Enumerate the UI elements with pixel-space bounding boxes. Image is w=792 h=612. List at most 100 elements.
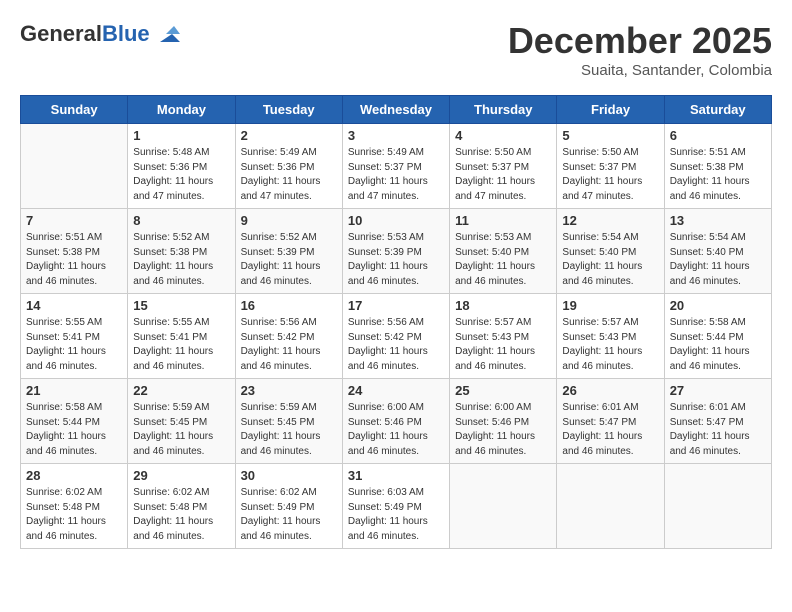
day-detail: Sunrise: 5:57 AM Sunset: 5:43 PM Dayligh… xyxy=(562,316,658,374)
calendar-week-row: 28 Sunrise: 6:02 AM Sunset: 5:48 PM Dayli… xyxy=(21,464,772,549)
page-header: GeneralBlue December 2025 Suaita, Santan… xyxy=(20,20,772,79)
calendar-cell: 10 Sunrise: 5:53 AM Sunset: 5:39 PM Dayli… xyxy=(342,209,449,294)
day-detail: Sunrise: 5:50 AM Sunset: 5:37 PM Dayligh… xyxy=(455,146,551,204)
calendar-cell: 15 Sunrise: 5:55 AM Sunset: 5:41 PM Dayli… xyxy=(128,294,235,379)
day-number: 22 xyxy=(133,383,229,398)
day-number: 20 xyxy=(670,298,766,313)
day-number: 5 xyxy=(562,128,658,143)
calendar-cell: 11 Sunrise: 5:53 AM Sunset: 5:40 PM Dayli… xyxy=(450,209,557,294)
day-detail: Sunrise: 5:53 AM Sunset: 5:40 PM Dayligh… xyxy=(455,231,551,289)
day-number: 14 xyxy=(26,298,122,313)
calendar-cell: 21 Sunrise: 5:58 AM Sunset: 5:44 PM Dayli… xyxy=(21,379,128,464)
day-number: 8 xyxy=(133,213,229,228)
day-number: 11 xyxy=(455,213,551,228)
month-title: December 2025 xyxy=(508,20,772,62)
calendar-cell xyxy=(664,464,771,549)
day-number: 10 xyxy=(348,213,444,228)
logo-icon xyxy=(152,20,180,48)
day-number: 30 xyxy=(241,468,337,483)
day-detail: Sunrise: 6:02 AM Sunset: 5:48 PM Dayligh… xyxy=(133,486,229,544)
day-detail: Sunrise: 5:52 AM Sunset: 5:38 PM Dayligh… xyxy=(133,231,229,289)
calendar-cell: 8 Sunrise: 5:52 AM Sunset: 5:38 PM Daylig… xyxy=(128,209,235,294)
weekday-header: Tuesday xyxy=(235,96,342,124)
day-number: 28 xyxy=(26,468,122,483)
calendar-cell: 1Sunrise: 5:48 AM Sunset: 5:36 PM Daylig… xyxy=(128,124,235,209)
logo-general: General xyxy=(20,21,102,46)
calendar-cell: 25 Sunrise: 6:00 AM Sunset: 5:46 PM Dayli… xyxy=(450,379,557,464)
logo: GeneralBlue xyxy=(20,20,180,48)
calendar-cell: 30 Sunrise: 6:02 AM Sunset: 5:49 PM Dayli… xyxy=(235,464,342,549)
logo-blue: Blue xyxy=(102,21,150,46)
calendar-cell: 20 Sunrise: 5:58 AM Sunset: 5:44 PM Dayli… xyxy=(664,294,771,379)
day-number: 25 xyxy=(455,383,551,398)
day-detail: Sunrise: 6:02 AM Sunset: 5:49 PM Dayligh… xyxy=(241,486,337,544)
calendar-cell: 23Sunrise: 5:59 AM Sunset: 5:45 PM Dayli… xyxy=(235,379,342,464)
day-detail: Sunrise: 5:54 AM Sunset: 5:40 PM Dayligh… xyxy=(670,231,766,289)
day-detail: Sunrise: 6:01 AM Sunset: 5:47 PM Dayligh… xyxy=(562,401,658,459)
calendar-cell: 27 Sunrise: 6:01 AM Sunset: 5:47 PM Dayli… xyxy=(664,379,771,464)
calendar-header-row: SundayMondayTuesdayWednesdayThursdayFrid… xyxy=(21,96,772,124)
day-detail: Sunrise: 5:54 AM Sunset: 5:40 PM Dayligh… xyxy=(562,231,658,289)
calendar-cell: 9 Sunrise: 5:52 AM Sunset: 5:39 PM Daylig… xyxy=(235,209,342,294)
calendar-cell: 24Sunrise: 6:00 AM Sunset: 5:46 PM Dayli… xyxy=(342,379,449,464)
day-detail: Sunrise: 5:49 AM Sunset: 5:37 PM Dayligh… xyxy=(348,146,444,204)
calendar-cell: 29 Sunrise: 6:02 AM Sunset: 5:48 PM Dayli… xyxy=(128,464,235,549)
day-number: 12 xyxy=(562,213,658,228)
day-number: 31 xyxy=(348,468,444,483)
calendar-cell: 4Sunrise: 5:50 AM Sunset: 5:37 PM Daylig… xyxy=(450,124,557,209)
day-number: 24 xyxy=(348,383,444,398)
day-number: 23 xyxy=(241,383,337,398)
day-detail: Sunrise: 5:57 AM Sunset: 5:43 PM Dayligh… xyxy=(455,316,551,374)
day-number: 29 xyxy=(133,468,229,483)
weekday-header: Friday xyxy=(557,96,664,124)
weekday-header: Sunday xyxy=(21,96,128,124)
day-detail: Sunrise: 6:00 AM Sunset: 5:46 PM Dayligh… xyxy=(455,401,551,459)
calendar-cell: 7 Sunrise: 5:51 AM Sunset: 5:38 PM Daylig… xyxy=(21,209,128,294)
weekday-header: Monday xyxy=(128,96,235,124)
day-detail: Sunrise: 5:56 AM Sunset: 5:42 PM Dayligh… xyxy=(241,316,337,374)
day-detail: Sunrise: 5:51 AM Sunset: 5:38 PM Dayligh… xyxy=(670,146,766,204)
day-detail: Sunrise: 5:59 AM Sunset: 5:45 PM Dayligh… xyxy=(133,401,229,459)
day-number: 27 xyxy=(670,383,766,398)
day-detail: Sunrise: 6:02 AM Sunset: 5:48 PM Dayligh… xyxy=(26,486,122,544)
calendar-cell: 31 Sunrise: 6:03 AM Sunset: 5:49 PM Dayli… xyxy=(342,464,449,549)
day-detail: Sunrise: 6:01 AM Sunset: 5:47 PM Dayligh… xyxy=(670,401,766,459)
day-detail: Sunrise: 5:55 AM Sunset: 5:41 PM Dayligh… xyxy=(26,316,122,374)
calendar-cell: 28 Sunrise: 6:02 AM Sunset: 5:48 PM Dayli… xyxy=(21,464,128,549)
day-number: 17 xyxy=(348,298,444,313)
title-block: December 2025 Suaita, Santander, Colombi… xyxy=(508,20,772,79)
day-detail: Sunrise: 5:48 AM Sunset: 5:36 PM Dayligh… xyxy=(133,146,229,204)
location: Suaita, Santander, Colombia xyxy=(508,62,772,79)
day-detail: Sunrise: 5:56 AM Sunset: 5:42 PM Dayligh… xyxy=(348,316,444,374)
day-detail: Sunrise: 5:55 AM Sunset: 5:41 PM Dayligh… xyxy=(133,316,229,374)
calendar-cell xyxy=(557,464,664,549)
day-number: 9 xyxy=(241,213,337,228)
calendar-cell: 26Sunrise: 6:01 AM Sunset: 5:47 PM Dayli… xyxy=(557,379,664,464)
day-number: 7 xyxy=(26,213,122,228)
weekday-header: Wednesday xyxy=(342,96,449,124)
calendar-cell: 22 Sunrise: 5:59 AM Sunset: 5:45 PM Dayli… xyxy=(128,379,235,464)
day-detail: Sunrise: 5:58 AM Sunset: 5:44 PM Dayligh… xyxy=(26,401,122,459)
day-number: 18 xyxy=(455,298,551,313)
day-detail: Sunrise: 5:52 AM Sunset: 5:39 PM Dayligh… xyxy=(241,231,337,289)
day-number: 21 xyxy=(26,383,122,398)
calendar-week-row: 14 Sunrise: 5:55 AM Sunset: 5:41 PM Dayli… xyxy=(21,294,772,379)
day-detail: Sunrise: 5:49 AM Sunset: 5:36 PM Dayligh… xyxy=(241,146,337,204)
day-number: 3 xyxy=(348,128,444,143)
calendar-cell: 2 Sunrise: 5:49 AM Sunset: 5:36 PM Daylig… xyxy=(235,124,342,209)
calendar-cell: 19 Sunrise: 5:57 AM Sunset: 5:43 PM Dayli… xyxy=(557,294,664,379)
day-detail: Sunrise: 5:51 AM Sunset: 5:38 PM Dayligh… xyxy=(26,231,122,289)
day-detail: Sunrise: 5:58 AM Sunset: 5:44 PM Dayligh… xyxy=(670,316,766,374)
calendar-cell: 6Sunrise: 5:51 AM Sunset: 5:38 PM Daylig… xyxy=(664,124,771,209)
calendar-cell: 3 Sunrise: 5:49 AM Sunset: 5:37 PM Daylig… xyxy=(342,124,449,209)
calendar-cell: 14 Sunrise: 5:55 AM Sunset: 5:41 PM Dayli… xyxy=(21,294,128,379)
calendar-week-row: 7 Sunrise: 5:51 AM Sunset: 5:38 PM Daylig… xyxy=(21,209,772,294)
day-number: 19 xyxy=(562,298,658,313)
day-detail: Sunrise: 6:03 AM Sunset: 5:49 PM Dayligh… xyxy=(348,486,444,544)
calendar-cell: 5 Sunrise: 5:50 AM Sunset: 5:37 PM Daylig… xyxy=(557,124,664,209)
day-detail: Sunrise: 5:50 AM Sunset: 5:37 PM Dayligh… xyxy=(562,146,658,204)
day-detail: Sunrise: 5:53 AM Sunset: 5:39 PM Dayligh… xyxy=(348,231,444,289)
day-number: 15 xyxy=(133,298,229,313)
calendar-cell: 13Sunrise: 5:54 AM Sunset: 5:40 PM Dayli… xyxy=(664,209,771,294)
day-number: 2 xyxy=(241,128,337,143)
